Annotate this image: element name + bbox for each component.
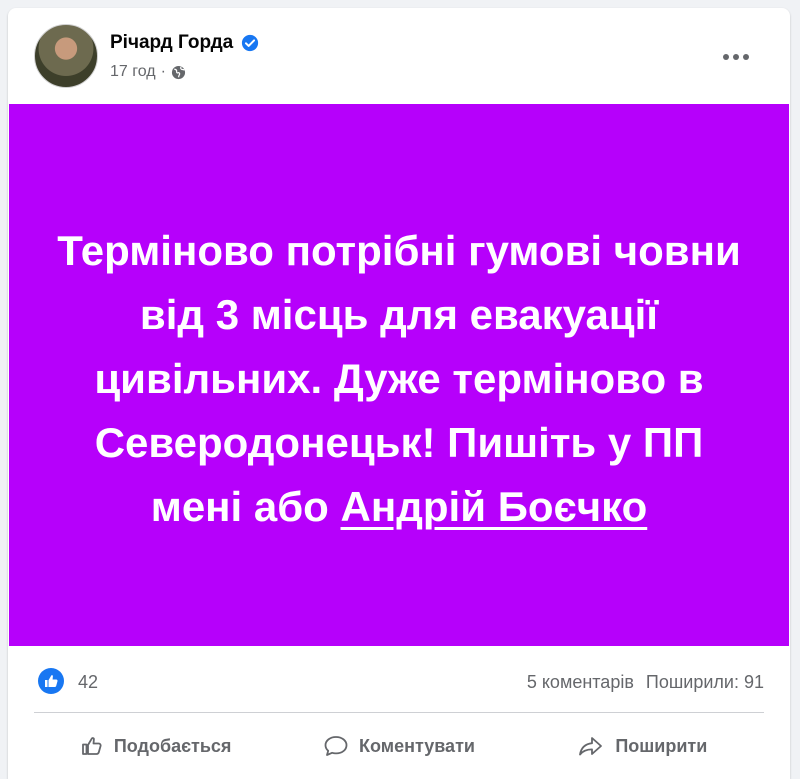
comment-button[interactable]: Коментувати <box>277 720 520 772</box>
post-text-background: Терміново потрібні гумові човни від 3 мі… <box>9 104 789 646</box>
post-stats: 42 5 коментарів Поширили: 91 <box>8 658 790 704</box>
author-name[interactable]: Річард Горда <box>110 32 233 54</box>
comment-count[interactable]: 5 коментарів <box>527 672 634 693</box>
more-dot <box>723 54 729 60</box>
more-dot <box>743 54 749 60</box>
comment-icon <box>324 736 348 756</box>
share-icon <box>579 737 603 756</box>
globe-icon[interactable] <box>171 65 186 80</box>
author-row: Річард Горда <box>110 32 259 54</box>
share-button[interactable]: Поширити <box>521 720 764 772</box>
verified-badge-icon <box>242 34 259 52</box>
like-button[interactable]: Подобається <box>34 720 277 772</box>
share-button-label: Поширити <box>615 735 708 756</box>
comment-button-label: Коментувати <box>359 735 475 756</box>
post-meta: 17 год · <box>110 63 186 81</box>
post-time[interactable]: 17 год <box>110 63 156 81</box>
post-header: Річард Горда 17 год · <box>8 8 790 104</box>
thumbs-up-glyph <box>45 675 58 687</box>
post-card: Річард Горда 17 год · Терміново потрібні… <box>8 8 790 779</box>
stats-right: 5 коментарів Поширили: 91 <box>527 672 764 693</box>
author-avatar[interactable] <box>34 24 98 88</box>
post-text: Терміново потрібні гумові човни від 3 мі… <box>49 219 749 539</box>
more-dot <box>733 54 739 60</box>
more-options-icon[interactable] <box>721 42 751 72</box>
meta-separator: · <box>160 63 166 80</box>
thumbs-up-icon <box>81 737 102 755</box>
share-count[interactable]: Поширили: 91 <box>646 672 764 693</box>
mention-link[interactable]: Андрій Боєчко <box>341 483 648 530</box>
like-reaction-icon[interactable] <box>38 668 64 694</box>
divider <box>34 712 764 713</box>
post-actions: Подобається Коментувати Поширити <box>34 720 764 772</box>
like-button-label: Подобається <box>113 735 232 756</box>
like-count[interactable]: 42 <box>78 672 98 693</box>
